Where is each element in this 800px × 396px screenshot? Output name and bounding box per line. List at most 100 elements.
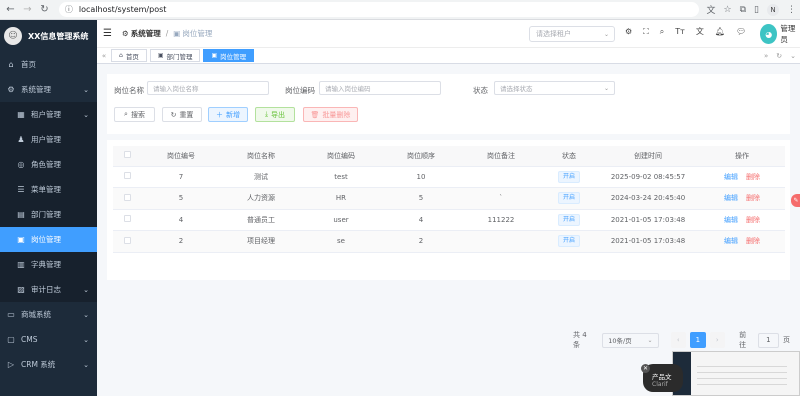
cell-id: 5 (141, 187, 221, 210)
column-header: 创建时间 (597, 146, 699, 167)
breadcrumb-separator: / (165, 29, 169, 38)
menu-icon: ☰ (17, 185, 25, 194)
bell-icon[interactable]: 🔔︎ (715, 27, 725, 36)
page-size-select[interactable]: 10条/页 ⌄ (602, 332, 659, 348)
sidebar-item[interactable]: ▢ CMS ⌄ (0, 327, 97, 352)
forward-arrow-icon[interactable]: → (21, 3, 34, 17)
sidebar-item[interactable]: ▷ CRM 系统 ⌄ (0, 352, 97, 377)
back-arrow-icon[interactable]: ← (4, 3, 17, 17)
sidebar-item[interactable]: ◎ 角色管理 (0, 152, 97, 177)
sidepanel-icon[interactable]: ▯ (754, 5, 759, 15)
cell-sort: 5 (381, 187, 461, 210)
sidebar-item-label: 用户管理 (31, 135, 61, 144)
column-header: 岗位编号 (141, 146, 221, 167)
hamburger-icon[interactable]: ☰ (103, 28, 112, 39)
tags-view: « ⌂ 首页 ▣ 部门管理 ▣ 岗位管理 » ↻ ⌄ (97, 48, 800, 64)
sidebar-item[interactable]: ▥ 字典管理 (0, 252, 97, 277)
chrome-menu-icon[interactable]: ⋮ (787, 5, 796, 15)
tag-label: 岗位管理 (220, 52, 247, 61)
browser-toolbar: ← → ↻ ⓘ localhost/system/post 文 ☆ ⧉ ▯ N … (0, 0, 800, 20)
tag-item[interactable]: ▣ 部门管理 (149, 49, 201, 62)
user-name[interactable]: 管理员 (780, 23, 800, 45)
edit-button[interactable]: 编辑 (724, 194, 738, 202)
row-checkbox[interactable] (113, 187, 141, 210)
tag-item[interactable]: ⌂ 首页 (111, 49, 147, 62)
address-bar[interactable]: ⓘ localhost/system/post (58, 2, 699, 17)
sidebar-item-label: 租户管理 (31, 110, 61, 119)
sidebar-item[interactable]: ▨ 审计日志 ⌄ (0, 277, 97, 302)
bookmark-star-icon[interactable]: ☆ (724, 5, 732, 15)
post-code-label: 岗位编码 (285, 86, 315, 95)
post-name-input[interactable]: 请输入岗位名称 (147, 81, 269, 95)
add-button[interactable]: ＋ 新增 (208, 107, 248, 122)
tags-tools: » ↻ ⌄ (764, 52, 796, 60)
reload-icon[interactable]: ↻ (38, 3, 51, 17)
prev-page-button[interactable]: ‹ (670, 332, 687, 348)
export-button[interactable]: ⤓ 导出 (255, 107, 295, 122)
delete-button[interactable]: 删除 (746, 216, 760, 224)
search-icon[interactable]: ⌕ (660, 27, 664, 37)
row-checkbox[interactable] (113, 209, 141, 231)
profile-avatar[interactable]: N (767, 3, 779, 16)
user-dropdown[interactable]: ◕ 管理员 (760, 23, 800, 45)
sidebar-item[interactable]: ⚙ 系统管理 ⌄ (0, 77, 97, 102)
reset-button[interactable]: ↻ 重置 (162, 107, 202, 122)
sidebar-item[interactable]: ▣ 岗位管理 (0, 227, 97, 252)
tags-scroll-left-icon[interactable]: « (97, 52, 111, 60)
sidebar-item[interactable]: ▭ 商城系统 ⌄ (0, 302, 97, 327)
sidebar-item[interactable]: ♟ 用户管理 (0, 127, 97, 152)
cell-remark: 111222 (461, 209, 541, 231)
chevron-down-icon[interactable]: ⌄ (790, 52, 796, 60)
goto-page-input[interactable]: 1 (757, 332, 780, 348)
edit-button[interactable]: 编辑 (724, 173, 738, 181)
sidebar-item[interactable]: ▤ 部门管理 (0, 202, 97, 227)
settings-icon[interactable]: ⚙ (625, 27, 632, 36)
delete-button[interactable]: 删除 (746, 173, 760, 181)
sidebar-item-label: 系统管理 (21, 85, 51, 94)
table-header-row: 岗位编号 岗位名称 岗位编码 岗位顺序 岗位备注 状态 创建时间 操作 (113, 146, 785, 167)
sidebar-item-label: 角色管理 (31, 160, 61, 169)
tag-item[interactable]: ▣ 岗位管理 (203, 49, 255, 62)
breadcrumb-root[interactable]: 系统管理 (131, 28, 161, 39)
sidebar-item-label: 部门管理 (31, 210, 61, 219)
row-checkbox[interactable] (113, 230, 141, 253)
next-page-button[interactable]: › (709, 332, 726, 348)
refresh-icon[interactable]: ↻ (776, 52, 782, 60)
page-icon: ⌂ (119, 52, 123, 59)
post-code-input[interactable]: 请输入岗位编码 (319, 81, 441, 95)
navbar-tools: ⚙ ⛶ ⌕ Tт 文 🔔︎ 💬︎ (625, 26, 746, 37)
post-icon: ▣ (17, 235, 25, 244)
user-icon: ♟ (17, 135, 25, 144)
sidebar-item[interactable]: ▦ 租户管理 ⌄ (0, 102, 97, 127)
edit-button[interactable]: 编辑 (724, 237, 738, 245)
batch-delete-button[interactable]: 🗑︎ 批量删除 (303, 107, 358, 122)
status-select[interactable]: 请选择状态 ⌄ (494, 81, 615, 95)
tenant-select[interactable]: 请选择租户 ⌄ (529, 26, 615, 42)
page-number-button[interactable]: 1 (690, 332, 706, 348)
sidebar-item[interactable]: ☰ 菜单管理 (0, 177, 97, 202)
delete-button[interactable]: 删除 (746, 194, 760, 202)
cell-id: 2 (141, 230, 221, 253)
message-icon[interactable]: 💬︎ (736, 27, 746, 36)
site-info-icon[interactable]: ⓘ (65, 4, 73, 15)
font-size-icon[interactable]: Tт (675, 27, 685, 36)
select-all-checkbox[interactable] (113, 146, 141, 167)
tags-scroll-right-icon[interactable]: » (764, 52, 768, 60)
delete-button[interactable]: 删除 (746, 237, 760, 245)
row-checkbox[interactable] (113, 166, 141, 188)
translate-icon[interactable]: 文 (707, 3, 716, 16)
tags-list: ⌂ 首页 ▣ 部门管理 ▣ 岗位管理 (111, 49, 257, 62)
extensions-icon[interactable]: ⧉ (740, 5, 746, 15)
search-button[interactable]: ⌕ 搜索 (114, 107, 155, 122)
avatar[interactable]: ◕ (760, 24, 778, 44)
export-button-label: 导出 (271, 110, 286, 119)
fullscreen-icon[interactable]: ⛶ (643, 27, 649, 37)
close-icon[interactable]: ✕ (641, 364, 650, 373)
sidebar-item[interactable]: ⌂ 首页 (0, 52, 97, 77)
language-icon[interactable]: 文 (696, 26, 704, 37)
plus-icon: ＋ (216, 110, 223, 119)
cell-status: 开启 (541, 230, 597, 253)
edit-button[interactable]: 编辑 (724, 216, 738, 224)
preview-thumbnail[interactable] (672, 351, 800, 396)
floating-tool-icon[interactable]: ✎ (791, 194, 800, 207)
